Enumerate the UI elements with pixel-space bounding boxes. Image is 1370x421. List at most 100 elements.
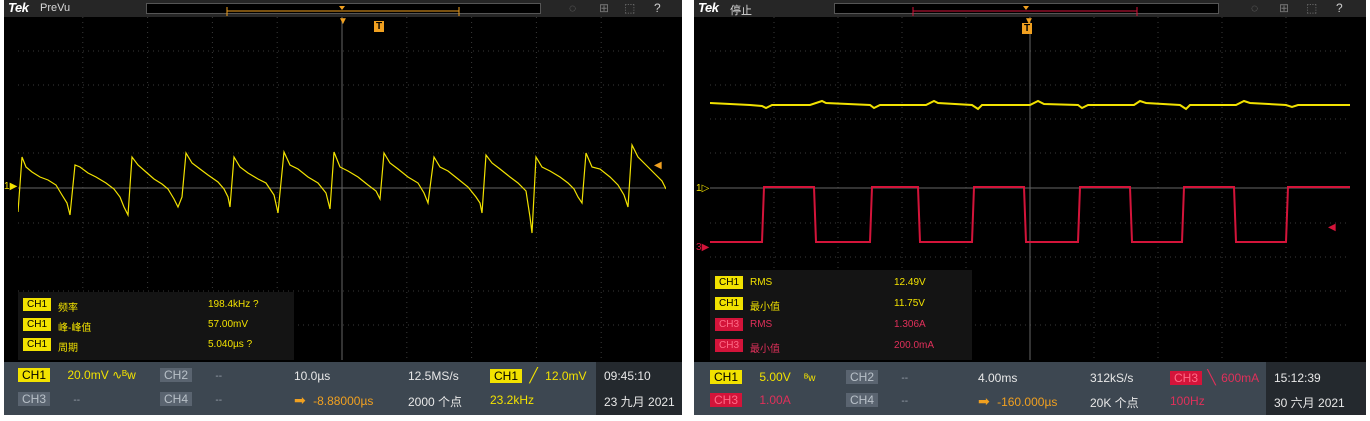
measurement-value: 11.75V (894, 298, 925, 309)
ch4-settings[interactable]: CH4 -- (160, 392, 222, 406)
ch3-badge: CH3 (710, 393, 743, 407)
help-icon[interactable]: ? (1336, 1, 1343, 15)
measurement-value: 198.4kHz ? (208, 299, 259, 310)
horizontal-position[interactable]: ➡ -160.000µs (978, 393, 1057, 410)
ch1-level-marker[interactable]: 1▶ (4, 181, 17, 192)
ch4-value: -- (901, 396, 909, 407)
ch1-badge: CH1 (18, 368, 51, 382)
ch4-value: -- (215, 395, 223, 406)
clock-date: 23 九月 2021 (604, 395, 675, 409)
record-view-bar[interactable] (834, 3, 1219, 16)
ch2-value: -- (215, 371, 223, 382)
ch1-marker-label: 1 (696, 183, 702, 194)
measurement-row[interactable]: CH1 频率 198.4kHz ? (18, 296, 294, 314)
trigger-level-arrow[interactable]: ◀ (654, 160, 662, 171)
network-icon[interactable]: ◌ (569, 1, 576, 15)
measurement-row[interactable]: CH1 周期 5.040µs ? (18, 336, 294, 354)
ch1-scale: 20.0mV (67, 368, 109, 382)
trigger-icon-label: T (376, 21, 383, 32)
measurement-channel-badge: CH1 (715, 276, 744, 289)
trigger-settings[interactable]: CH3 ╲ 600mA (1170, 369, 1259, 386)
ch4-settings[interactable]: CH4 -- (846, 393, 908, 407)
ch3-value: -- (73, 395, 81, 406)
measurement-row[interactable]: CH1 峰-峰值 57.00mV (18, 316, 294, 334)
sample-rate: 312kS/s (1090, 371, 1134, 385)
measurement-name: RMS (750, 319, 773, 330)
right-scope-screen: Tek 停止 ◌ ⊞ ⬚ ? 1▷ 3▶ ◀ ▼ T CH1 RMS 12.49… (694, 0, 1366, 415)
left-settings-bar: CH1 20.0mV ∿ᴮw CH2 -- CH3 -- CH4 -- 10.0… (4, 362, 682, 415)
measurement-value: 5.040µs ? (208, 339, 253, 350)
help-icon[interactable]: ? (654, 1, 661, 15)
trigger-level: 12.0mV (545, 369, 587, 383)
measurement-name: 频率 (58, 303, 78, 314)
trigger-icon[interactable]: T (1022, 23, 1033, 34)
ch1-marker-label: 1 (4, 181, 10, 192)
ch2-settings[interactable]: CH2 -- (846, 370, 908, 384)
trigger-level-arrow[interactable]: ◀ (1328, 222, 1336, 233)
measurement-name: 最小值 (750, 302, 780, 313)
measurement-name: 最小值 (750, 344, 780, 355)
measurement-row[interactable]: CH3 RMS 1.306A (710, 316, 972, 334)
position-value: -160.000µs (997, 395, 1058, 409)
left-measurement-panel: CH1 频率 198.4kHz ? CH1 峰-峰值 57.00mV CH1 周… (18, 292, 294, 360)
ch1-scale: 5.00V (759, 370, 791, 384)
timebase-scale[interactable]: 10.0µs (294, 369, 330, 383)
export-icon[interactable]: ⬚ (624, 1, 635, 15)
tek-logo: Tek (698, 0, 719, 15)
left-top-bar: Tek PreVu ◌ ⊞ ⬚ ? (4, 0, 682, 17)
trigger-frequency: 100Hz (1170, 394, 1205, 408)
measurement-value: 1.306A (894, 319, 926, 330)
record-view-bar[interactable] (146, 3, 541, 16)
position-arrow-icon: ➡ (294, 392, 306, 408)
measurement-row[interactable]: CH1 最小值 11.75V (710, 295, 972, 313)
ch3-settings[interactable]: CH3 -- (18, 392, 80, 406)
ch1-settings[interactable]: CH1 20.0mV ∿ᴮw (18, 368, 136, 382)
bandwidth-icon: ᴮw (804, 373, 816, 384)
trigger-settings[interactable]: CH1 ╱ 12.0mV (490, 367, 587, 384)
trigger-channel-badge: CH3 (1170, 371, 1203, 385)
ch3-badge: CH3 (18, 392, 51, 406)
trigger-icon-label: T (1024, 23, 1031, 34)
ch1-level-marker[interactable]: 1▷ (696, 183, 709, 194)
coupling-icon: ∿ᴮw (112, 368, 136, 382)
measurement-value: 12.49V (894, 277, 926, 288)
timebase-scale[interactable]: 4.00ms (978, 371, 1017, 385)
measurement-row[interactable]: CH3 最小值 200.0mA (710, 337, 972, 355)
measurement-value: 57.00mV (208, 319, 249, 330)
network-icon[interactable]: ◌ (1251, 1, 1258, 15)
clock-time: 15:12:39 (1274, 371, 1321, 385)
lan-icon[interactable]: ⊞ (599, 1, 609, 15)
trigger-icon[interactable]: T (374, 21, 385, 32)
trigger-frequency: 23.2kHz (490, 393, 535, 407)
ch2-settings[interactable]: CH2 -- (160, 368, 222, 382)
ch2-badge: CH2 (846, 370, 879, 384)
tek-logo: Tek (8, 0, 29, 15)
sample-rate: 12.5MS/s (408, 369, 459, 383)
measurement-channel-badge: CH3 (715, 339, 744, 352)
ch3-marker-label: 3 (696, 242, 702, 253)
measurement-value: 200.0mA (894, 340, 935, 351)
trigger-level: 600mA (1221, 371, 1260, 385)
export-icon[interactable]: ⬚ (1306, 1, 1317, 15)
position-value: -8.88000µs (313, 394, 374, 408)
ch1-badge: CH1 (710, 370, 743, 384)
acquisition-status: 停止 (730, 5, 752, 17)
measurement-channel-badge: CH1 (23, 298, 52, 311)
measurement-row[interactable]: CH1 RMS 12.49V (710, 274, 972, 292)
measurement-channel-badge: CH1 (23, 338, 52, 351)
ch3-level-marker[interactable]: 3▶ (696, 242, 709, 253)
trigger-slope-icon: ╲ (1207, 369, 1216, 385)
lan-icon[interactable]: ⊞ (1279, 1, 1289, 15)
left-scope-screen: Tek PreVu ◌ ⊞ ⬚ ? 1▶ ◀ ▼ T CH1 频率 198.4k… (4, 0, 682, 415)
ch3-settings[interactable]: CH3 1.00A (710, 393, 791, 407)
ch3-scale: 1.00A (759, 393, 791, 407)
clock-time: 09:45:10 (604, 369, 651, 383)
trigger-position-marker[interactable]: ▼ (338, 16, 348, 27)
trigger-channel-badge: CH1 (490, 369, 523, 383)
right-measurement-panel: CH1 RMS 12.49V CH1 最小值 11.75V CH3 RMS 1.… (710, 270, 972, 360)
measurement-name: 周期 (58, 343, 78, 354)
acquisition-status: PreVu (40, 2, 71, 14)
ch1-settings[interactable]: CH1 5.00V ᴮw (710, 370, 815, 384)
horizontal-position[interactable]: ➡ -8.88000µs (294, 392, 373, 409)
record-length: 20K 个点 (1090, 396, 1139, 410)
